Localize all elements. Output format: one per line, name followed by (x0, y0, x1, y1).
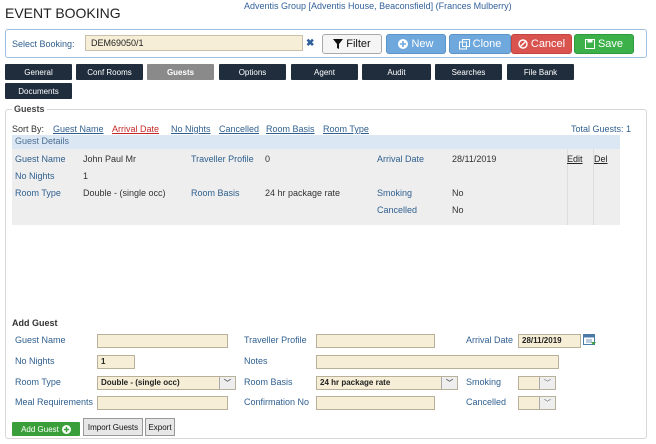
arrival-date-label: Arrival Date (377, 154, 425, 164)
sort-guest-name[interactable]: Guest Name (53, 124, 104, 134)
booking-label: Select Booking: (12, 39, 75, 49)
add-guest-title: Add Guest (12, 318, 58, 328)
add-guest-label: Add Guest (21, 424, 59, 434)
meal-requirements-input[interactable] (97, 396, 228, 410)
new-button[interactable]: New (386, 34, 446, 54)
notes-input[interactable] (316, 355, 559, 369)
add-no-nights-label: No Nights (15, 356, 55, 366)
room-type-selected: Double - (single occ) (101, 378, 180, 387)
add-confirmation-label: Confirmation No (244, 397, 310, 407)
traveller-profile-value: 0 (265, 154, 271, 164)
arrival-date-value: 28/11/2019 (452, 154, 497, 164)
smoking-label: Smoking (377, 188, 413, 198)
tab-general[interactable]: General (5, 64, 72, 80)
room-basis-selected: 24 hr package rate (320, 378, 391, 387)
booking-input[interactable]: DEM69050/1 (85, 35, 303, 51)
booking-toolbar: Select Booking: DEM69050/1 ✖ Filter New … (5, 29, 647, 58)
cancel-label: Cancel (530, 38, 566, 50)
ban-icon (518, 39, 528, 49)
room-type-value: Double - (single occ) (83, 188, 166, 198)
room-type-label: Room Type (15, 188, 61, 198)
room-basis-label: Room Basis (191, 188, 240, 198)
tab-options[interactable]: Options (219, 64, 286, 80)
add-guest-name-label: Guest Name (15, 335, 66, 345)
cancel-button[interactable]: Cancel (511, 34, 572, 54)
no-nights-value: 1 (83, 171, 89, 181)
chevron-down-icon: ﹀ (441, 377, 457, 389)
calendar-icon[interactable] (583, 333, 597, 346)
add-meal-label: Meal Requirements (15, 397, 94, 407)
chevron-down-icon: ﹀ (539, 397, 555, 409)
no-nights-input[interactable]: 1 (97, 355, 135, 369)
cancelled-select[interactable]: ﹀ (518, 396, 556, 410)
tab-documents[interactable]: Documents (5, 83, 72, 99)
new-label: New (411, 38, 434, 50)
guests-section-title: Guests (12, 104, 47, 114)
smoking-select[interactable]: ﹀ (518, 376, 556, 390)
clone-button[interactable]: Clone (449, 34, 511, 54)
room-type-select[interactable]: Double - (single occ) ﹀ (97, 376, 236, 390)
plus-circle-icon (398, 39, 409, 49)
cancelled-value: No (452, 205, 464, 215)
guest-name-value: John Paul Mr (83, 154, 137, 164)
sort-room-type[interactable]: Room Type (323, 124, 369, 134)
filter-label: Filter (346, 38, 371, 50)
add-smoking-label: Smoking (466, 377, 502, 387)
guest-name-input[interactable] (97, 334, 228, 348)
sort-room-basis[interactable]: Room Basis (266, 124, 315, 134)
tab-searches[interactable]: Searches (435, 64, 502, 80)
clone-label: Clone (472, 38, 502, 50)
add-arrival-date-label: Arrival Date (466, 335, 514, 345)
room-basis-select[interactable]: 24 hr package rate ﹀ (316, 376, 458, 390)
page-title: EVENT BOOKING (5, 5, 121, 21)
import-guests-button[interactable]: Import Guests (83, 418, 143, 436)
guest-name-label: Guest Name (15, 154, 66, 164)
floppy-icon (584, 39, 595, 49)
delete-link[interactable]: Del (594, 154, 608, 164)
sort-by-label: Sort By: (12, 124, 45, 134)
tab-audit[interactable]: Audit (362, 64, 431, 80)
save-button[interactable]: Save (574, 34, 634, 54)
export-button[interactable]: Export (145, 418, 175, 436)
tab-guests[interactable]: Guests (147, 64, 214, 80)
sort-cancelled[interactable]: Cancelled (219, 124, 259, 134)
save-label: Save (597, 38, 624, 50)
sort-arrival-date[interactable]: Arrival Date (112, 124, 159, 134)
add-traveller-profile-label: Traveller Profile (244, 335, 307, 345)
add-guest-button[interactable]: Add Guest (12, 422, 80, 436)
add-cancelled-label: Cancelled (466, 397, 507, 407)
traveller-profile-input[interactable] (316, 334, 435, 348)
filter-icon (333, 39, 344, 49)
chevron-down-icon: ﹀ (219, 377, 235, 389)
tab-conf-rooms[interactable]: Conf Rooms (76, 64, 143, 80)
cancelled-label: Cancelled (377, 205, 418, 215)
smoking-value: No (452, 188, 464, 198)
tab-agent[interactable]: Agent (291, 64, 358, 80)
add-room-type-label: Room Type (15, 377, 61, 387)
edit-link[interactable]: Edit (567, 154, 583, 164)
room-basis-value: 24 hr package rate (265, 188, 341, 198)
sort-no-nights[interactable]: No Nights (171, 124, 211, 134)
plus-circle-icon (61, 424, 71, 434)
no-nights-label: No Nights (15, 171, 55, 181)
guest-details-header: Guest Details (12, 135, 620, 149)
add-room-basis-label: Room Basis (244, 377, 293, 387)
traveller-profile-label: Traveller Profile (191, 154, 254, 164)
chevron-down-icon: ﹀ (539, 377, 555, 389)
arrival-date-input[interactable]: 28/11/2019 (518, 334, 581, 348)
filter-button[interactable]: Filter (322, 34, 382, 54)
company-info: Adventis Group [Adventis House, Beaconsf… (244, 1, 512, 11)
total-guests: Total Guests: 1 (571, 124, 632, 134)
clear-icon[interactable]: ✖ (306, 38, 314, 49)
add-notes-label: Notes (244, 356, 268, 366)
clone-icon (458, 38, 470, 49)
confirmation-no-input[interactable] (316, 396, 435, 410)
tab-file-bank[interactable]: File Bank (507, 64, 574, 80)
